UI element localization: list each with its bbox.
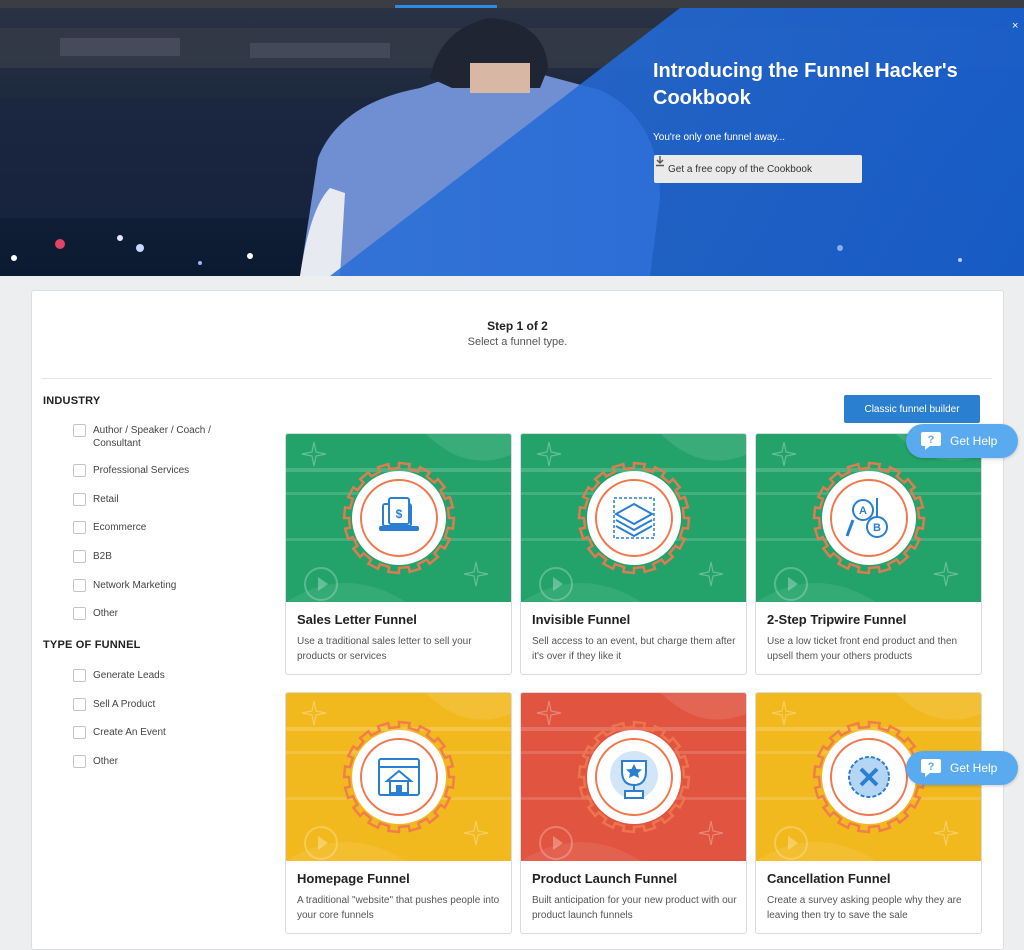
checkbox[interactable]	[73, 726, 86, 739]
hero-banner: Introducing the Funnel Hacker's Cookbook…	[0, 8, 1024, 276]
filter-label: Professional Services	[93, 465, 190, 476]
svg-text:B: B	[873, 522, 881, 534]
svg-text:?: ?	[928, 434, 935, 446]
filter-label: Sell A Product	[93, 699, 156, 710]
get-cookbook-label: Get a free copy of the Cookbook	[668, 163, 812, 175]
get-help-label: Get Help	[950, 761, 998, 775]
get-help-button[interactable]: ? Get Help	[906, 424, 1018, 458]
funnel-card-cancellation[interactable]: Cancellation Funnel Create a survey aski…	[755, 692, 982, 934]
checkbox[interactable]	[73, 521, 86, 534]
checkbox[interactable]	[73, 607, 86, 620]
filter-industry-retail[interactable]: Retail	[73, 493, 119, 506]
card-title: 2-Step Tripwire Funnel	[767, 612, 907, 627]
homepage-icon	[286, 693, 511, 861]
checkbox[interactable]	[73, 755, 86, 768]
help-chat-icon: ?	[921, 759, 941, 777]
get-help-button[interactable]: ? Get Help	[906, 751, 1018, 785]
filter-label: Author / Speaker / Coach / Consultant	[93, 425, 211, 449]
funnel-card-tripwire[interactable]: AB 2-Step Tripwire Funnel Use a low tick…	[755, 433, 982, 675]
checkbox[interactable]	[73, 579, 86, 592]
card-title: Invisible Funnel	[532, 612, 631, 627]
card-title: Homepage Funnel	[297, 871, 410, 886]
card-title: Sales Letter Funnel	[297, 612, 417, 627]
funnel-card-invisible[interactable]: Invisible Funnel Sell access to an event…	[520, 433, 747, 675]
filter-industry-other[interactable]: Other	[73, 607, 118, 620]
checkbox[interactable]	[73, 550, 86, 563]
filter-label: Create An Event	[93, 727, 166, 738]
hero-background-image	[0, 8, 1024, 276]
card-description: Create a survey asking people why they a…	[767, 895, 962, 921]
filter-industry-ecommerce[interactable]: Ecommerce	[73, 521, 146, 534]
card-title: Product Launch Funnel	[532, 871, 678, 886]
card-title: Cancellation Funnel	[767, 871, 891, 886]
layers-icon	[521, 434, 746, 602]
sales-letter-icon: $	[286, 434, 511, 602]
filter-industry-network-marketing[interactable]: Network Marketing	[73, 579, 176, 592]
filter-industry-professional-services[interactable]: Professional Services	[73, 464, 189, 477]
svg-text:A: A	[859, 505, 867, 517]
filter-label: Other	[93, 756, 119, 767]
classic-funnel-builder-button[interactable]: Classic funnel builder	[844, 395, 980, 423]
filter-label: Network Marketing	[93, 580, 177, 591]
filter-industry-b2b[interactable]: B2B	[73, 550, 112, 563]
close-icon[interactable]: ×	[1012, 20, 1018, 32]
filter-label: Other	[93, 608, 119, 619]
filter-label: Ecommerce	[93, 522, 147, 533]
checkbox[interactable]	[73, 698, 86, 711]
funnel-card-sales-letter[interactable]: $ Sales Letter Funnel Use a traditional …	[285, 433, 512, 675]
svg-text:$: $	[396, 507, 403, 521]
card-description: A traditional "website" that pushes peop…	[297, 895, 500, 921]
filter-label: Retail	[93, 494, 119, 505]
step-title: Step 1 of 2	[487, 319, 548, 333]
get-cookbook-button[interactable]: Get a free copy of the Cookbook	[654, 155, 862, 183]
filter-type-other[interactable]: Other	[73, 755, 118, 768]
download-icon	[656, 156, 664, 167]
filter-industry-author[interactable]: Author / Speaker / Coach / Consultant	[73, 424, 223, 450]
checkbox[interactable]	[73, 669, 86, 682]
hero-title: Introducing the Funnel Hacker's Cookbook	[653, 60, 958, 109]
filter-label: Generate Leads	[93, 670, 165, 681]
checkbox[interactable]	[73, 424, 86, 437]
card-description: Use a traditional sales letter to sell y…	[297, 636, 472, 662]
checkbox[interactable]	[73, 464, 86, 477]
hero-subtitle: You're only one funnel away...	[653, 132, 786, 143]
filter-label: B2B	[93, 551, 112, 562]
filter-type-sell-product[interactable]: Sell A Product	[73, 698, 155, 711]
svg-text:?: ?	[928, 761, 935, 773]
divider	[42, 378, 992, 379]
filter-type-generate-leads[interactable]: Generate Leads	[73, 669, 165, 682]
help-chat-icon: ?	[921, 432, 941, 450]
card-description: Use a low ticket front end product and t…	[767, 636, 958, 662]
trophy-icon	[521, 693, 746, 861]
ab-test-icon: AB	[756, 434, 981, 602]
step-subtitle: Select a funnel type.	[467, 336, 568, 348]
funnel-card-homepage[interactable]: Homepage Funnel A traditional "website" …	[285, 692, 512, 934]
card-description: Built anticipation for your new product …	[532, 895, 737, 921]
get-help-label: Get Help	[950, 434, 998, 448]
card-description: Sell access to an event, but charge them…	[532, 636, 736, 662]
funnel-card-product-launch[interactable]: Product Launch Funnel Built anticipation…	[520, 692, 747, 934]
checkbox[interactable]	[73, 493, 86, 506]
industry-heading: INDUSTRY	[43, 395, 101, 407]
funnel-type-panel: Step 1 of 2 Select a funnel type. INDUST…	[31, 290, 1004, 950]
type-of-funnel-heading: TYPE OF FUNNEL	[43, 639, 141, 651]
filter-type-create-event[interactable]: Create An Event	[73, 726, 166, 739]
top-bar	[0, 0, 1024, 8]
